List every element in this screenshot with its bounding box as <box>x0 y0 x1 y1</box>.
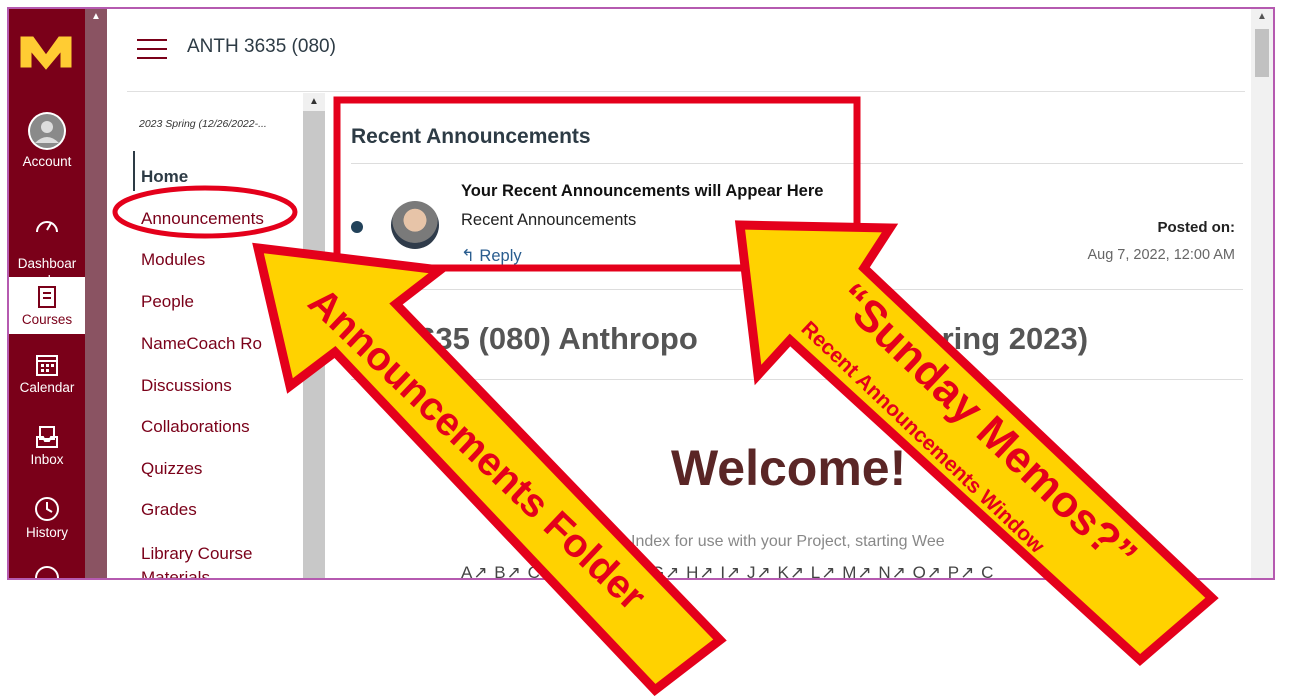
breadcrumb[interactable]: ANTH 3635 (080) <box>187 36 336 58</box>
header-divider <box>127 91 1245 92</box>
course-nav-grades[interactable]: Grades <box>141 500 197 520</box>
reply-icon: ↰ <box>461 247 475 265</box>
letter-links-start[interactable]: A↗ B↗ C <box>461 563 541 578</box>
nav-calendar-label: Calendar <box>19 380 75 395</box>
page-scrollbar[interactable]: ▲ <box>1251 9 1273 578</box>
history-icon <box>35 497 59 521</box>
scroll-up-icon[interactable]: ▲ <box>88 11 104 23</box>
divider <box>351 163 1243 164</box>
course-nav-quizzes[interactable]: Quizzes <box>141 459 202 479</box>
course-nav-people[interactable]: People <box>141 292 194 312</box>
nav-courses-label: Courses <box>21 312 73 327</box>
posted-date: Aug 7, 2022, 12:00 AM <box>1087 247 1235 263</box>
reply-link[interactable]: ↰ Reply <box>461 246 522 266</box>
course-nav: 2023 Spring (12/26/2022-... Home Announc… <box>127 93 303 578</box>
course-header: ANTH 3635 (080) <box>107 9 1273 89</box>
account-icon <box>28 112 66 150</box>
course-page-title: TH 3635 (080) Anthropo e (Spring 2023) <box>351 321 1088 357</box>
welcome-heading: Welcome! <box>671 440 907 496</box>
active-nav-indicator <box>133 151 135 191</box>
scroll-up-icon[interactable]: ▲ <box>1251 9 1273 25</box>
term-label: 2023 Spring (12/26/2022-... <box>139 118 267 130</box>
avatar[interactable] <box>391 201 439 249</box>
global-nav-scrollbar[interactable]: ▲ <box>85 9 107 578</box>
posted-on-label: Posted on: <box>1157 219 1236 236</box>
divider <box>351 379 1243 380</box>
course-nav-collaborations[interactable]: Collaborations <box>141 417 250 437</box>
nav-account-label: Account <box>22 154 72 169</box>
calendar-icon <box>36 355 58 376</box>
hamburger-menu-icon[interactable] <box>137 39 167 61</box>
letter-index-links[interactable]: A↗ B↗ C G↗ H↗ I↗ J↗ K↗ L↗ M↗ N↗ O↗ P↗ C <box>461 563 994 578</box>
course-nav-library-course-materials[interactable]: Library Course Materials <box>141 542 253 578</box>
nav-history[interactable]: History <box>9 496 85 541</box>
nav-courses[interactable]: Courses <box>9 277 85 334</box>
nav-calendar[interactable]: Calendar <box>9 353 85 396</box>
nav-inbox[interactable]: Inbox <box>9 425 85 468</box>
inbox-icon <box>36 426 58 448</box>
courses-icon <box>38 286 56 308</box>
nav-dashboard[interactable]: Dashboar d <box>9 197 85 289</box>
course-nav-discussions[interactable]: Discussions <box>141 376 232 396</box>
letter-links-end[interactable]: G↗ H↗ I↗ J↗ K↗ L↗ M↗ N↗ O↗ P↗ C <box>651 563 994 578</box>
course-nav-namecoach[interactable]: NameCoach Ro <box>141 334 262 354</box>
university-logo[interactable] <box>19 31 73 73</box>
reply-label: Reply <box>479 247 522 265</box>
nav-account[interactable]: Account <box>9 111 85 170</box>
recent-announcements-title: Recent Announcements <box>351 125 591 148</box>
index-text: Index for use with your Project, startin… <box>631 533 945 550</box>
dashboard-icon <box>36 221 58 233</box>
course-title-end: e (Spring 2023) <box>865 321 1089 356</box>
main-content: Recent Announcements Your Recent Announc… <box>325 93 1243 578</box>
scrollbar-thumb[interactable] <box>1255 29 1269 77</box>
course-nav-announcements[interactable]: Announcements <box>141 209 264 229</box>
course-nav-scrollbar[interactable]: ▲ <box>303 93 325 578</box>
help-icon[interactable] <box>34 565 60 580</box>
course-nav-home[interactable]: Home <box>141 167 188 187</box>
divider <box>351 289 1243 290</box>
scroll-up-icon[interactable]: ▲ <box>303 93 325 111</box>
browser-frame: Account Dashboar d Courses Calendar <box>7 7 1275 580</box>
announcement-title[interactable]: Your Recent Announcements will Appear He… <box>461 182 823 201</box>
course-nav-modules[interactable]: Modules <box>141 250 205 270</box>
unread-indicator <box>351 221 363 233</box>
announcement-subtitle: Recent Announcements <box>461 211 637 229</box>
nav-inbox-label: Inbox <box>30 452 64 467</box>
nav-history-label: History <box>25 525 68 540</box>
global-nav: Account Dashboar d Courses Calendar <box>9 9 85 580</box>
course-title-start: TH 3635 (080) Anthropo <box>351 321 698 356</box>
